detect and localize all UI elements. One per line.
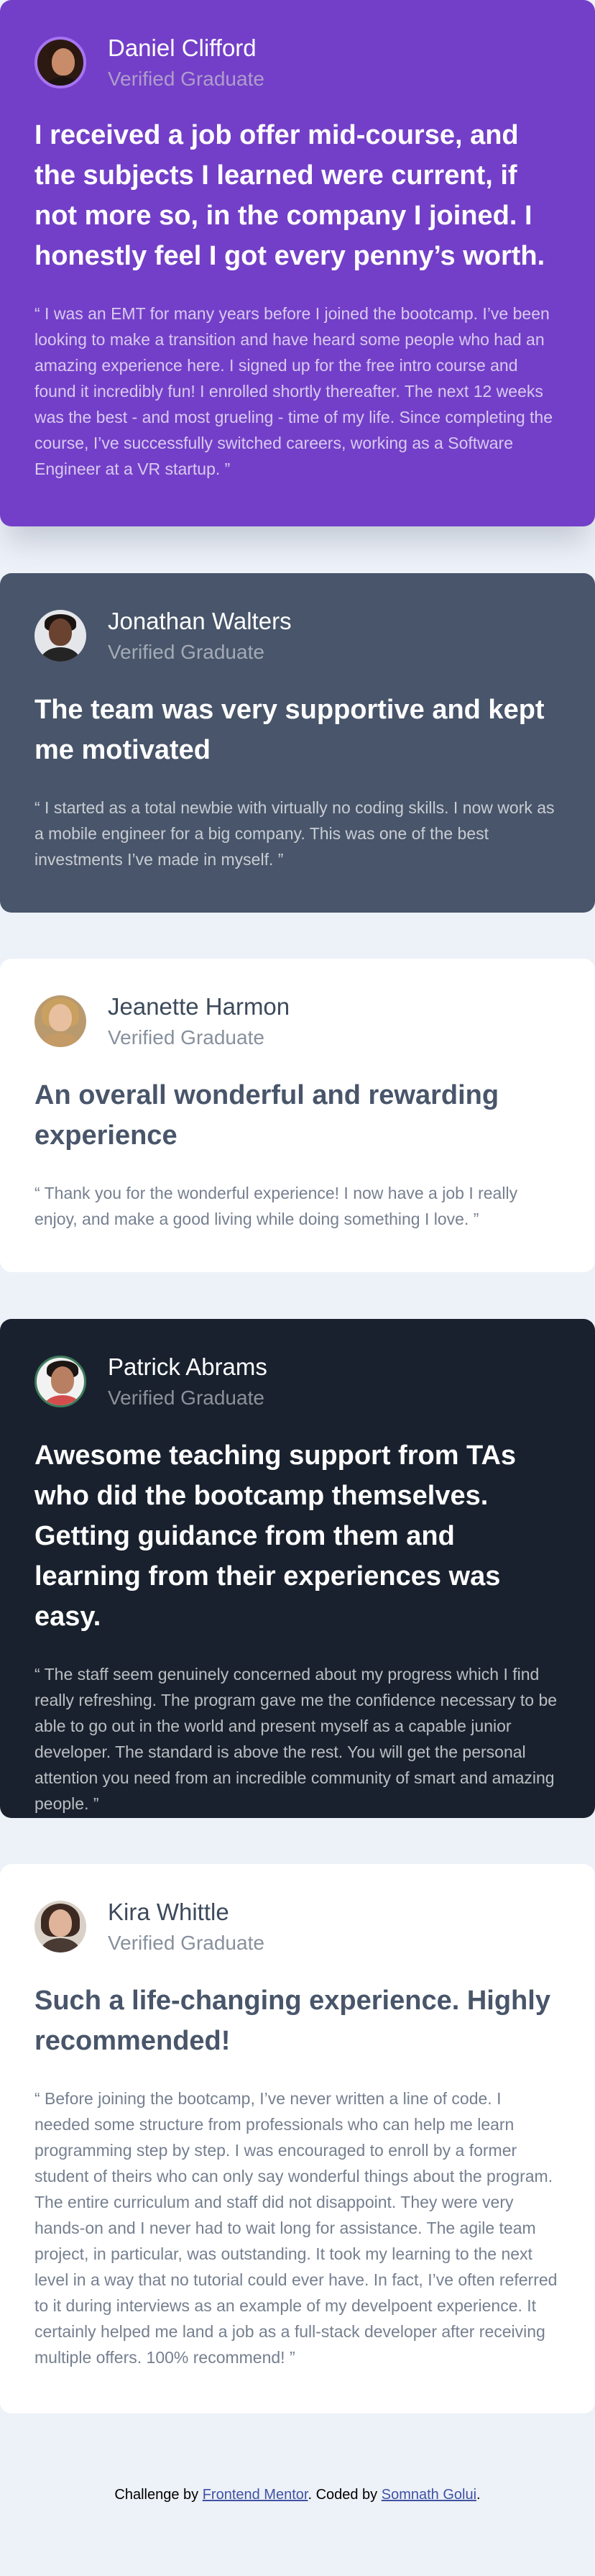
testimonial-headline: Such a life-changing experience. Highly …: [34, 1986, 550, 2056]
testimonial-card-daniel: Daniel Clifford Verified Graduate I rece…: [0, 0, 595, 526]
avatar-daniel: [34, 37, 86, 88]
testimonial-card-jonathan: Jonathan Walters Verified Graduate The t…: [0, 573, 595, 913]
author-name: Jeanette Harmon: [108, 993, 290, 1020]
testimonial-headline: An overall wonderful and rewarding exper…: [34, 1080, 499, 1151]
footer-prefix: Challenge by: [114, 2487, 203, 2503]
author-role: Verified Graduate: [108, 641, 264, 663]
avatar-jeanette: [34, 995, 86, 1047]
author-name: Daniel Clifford: [108, 35, 257, 61]
testimonial-header: Daniel Clifford Verified Graduate: [34, 35, 561, 91]
testimonial-quote: “ Before joining the bootcamp, I’ve neve…: [34, 2089, 558, 2367]
avatar-patrick: [34, 1356, 86, 1407]
author-name: Jonathan Walters: [108, 608, 292, 634]
testimonial-header: Jonathan Walters Verified Graduate: [34, 608, 561, 664]
testimonial-headline: The team was very supportive and kept me…: [34, 695, 545, 765]
testimonial-card-patrick: Patrick Abrams Verified Graduate Awesome…: [0, 1319, 595, 1818]
attribution-footer: Challenge by Frontend Mentor. Coded by S…: [0, 2484, 595, 2506]
author-link[interactable]: Somnath Golui: [382, 2487, 476, 2503]
author-role: Verified Graduate: [108, 1026, 264, 1049]
author-role: Verified Graduate: [108, 1932, 264, 1954]
testimonial-quote: “ I was an EMT for many years before I j…: [34, 304, 553, 478]
testimonial-headline: Awesome teaching support from TAs who di…: [34, 1440, 517, 1632]
avatar-jonathan: [34, 610, 86, 662]
frontend-mentor-link[interactable]: Frontend Mentor: [203, 2487, 308, 2503]
testimonial-card-kira: Kira Whittle Verified Graduate Such a li…: [0, 1864, 595, 2413]
testimonial-header: Jeanette Harmon Verified Graduate: [34, 993, 561, 1049]
author-name: Patrick Abrams: [108, 1353, 267, 1380]
author-role: Verified Graduate: [108, 68, 264, 90]
testimonial-quote: “ The staff seem genuinely concerned abo…: [34, 1665, 558, 1813]
author-name: Kira Whittle: [108, 1899, 229, 1925]
footer-middle: . Coded by: [308, 2487, 382, 2503]
footer-suffix: .: [476, 2487, 481, 2503]
avatar-kira: [34, 1901, 86, 1952]
testimonial-header: Kira Whittle Verified Graduate: [34, 1899, 561, 1955]
testimonial-quote: “ I started as a total newbie with virtu…: [34, 798, 555, 869]
testimonial-header: Patrick Abrams Verified Graduate: [34, 1353, 561, 1410]
testimonial-quote: “ Thank you for the wonderful experience…: [34, 1184, 518, 1228]
testimonial-card-jeanette: Jeanette Harmon Verified Graduate An ove…: [0, 959, 595, 1272]
testimonial-headline: I received a job offer mid-course, and t…: [34, 120, 545, 271]
author-role: Verified Graduate: [108, 1387, 264, 1409]
